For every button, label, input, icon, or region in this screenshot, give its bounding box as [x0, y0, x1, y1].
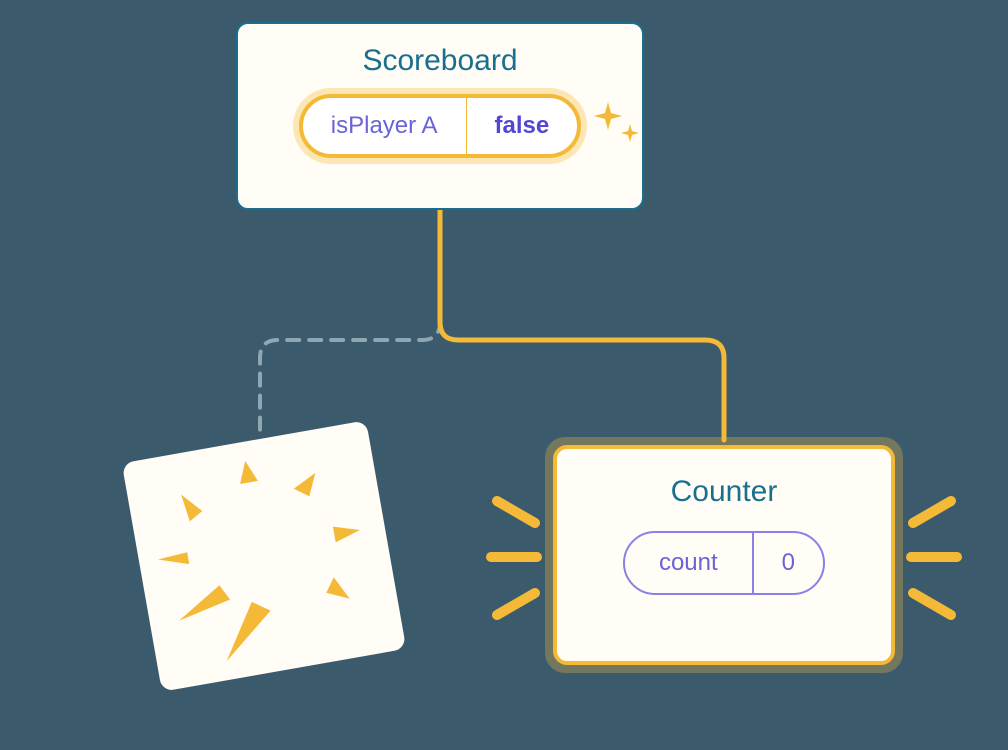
scoreboard-node: Scoreboard isPlayer A false — [236, 22, 644, 210]
scoreboard-prop-pill: isPlayer A false — [299, 94, 581, 158]
counter-node: Counter count 0 — [553, 445, 895, 665]
emphasis-rays-right-icon — [895, 485, 965, 635]
scoreboard-title: Scoreboard — [362, 44, 517, 78]
counter-title: Counter — [671, 475, 778, 509]
emphasis-rays-left-icon — [483, 485, 553, 635]
prop-name: isPlayer A — [303, 98, 467, 154]
burst-icon — [133, 433, 396, 680]
sparkle-icon — [588, 98, 644, 159]
counter-state-pill: count 0 — [623, 531, 825, 595]
diagram-stage: Scoreboard isPlayer A false — [0, 0, 1008, 750]
state-value: 0 — [754, 533, 823, 593]
prop-value: false — [467, 98, 578, 154]
state-name: count — [625, 533, 754, 593]
counter-node-wrap: Counter count 0 — [553, 445, 895, 665]
unmounting-node — [122, 420, 407, 692]
